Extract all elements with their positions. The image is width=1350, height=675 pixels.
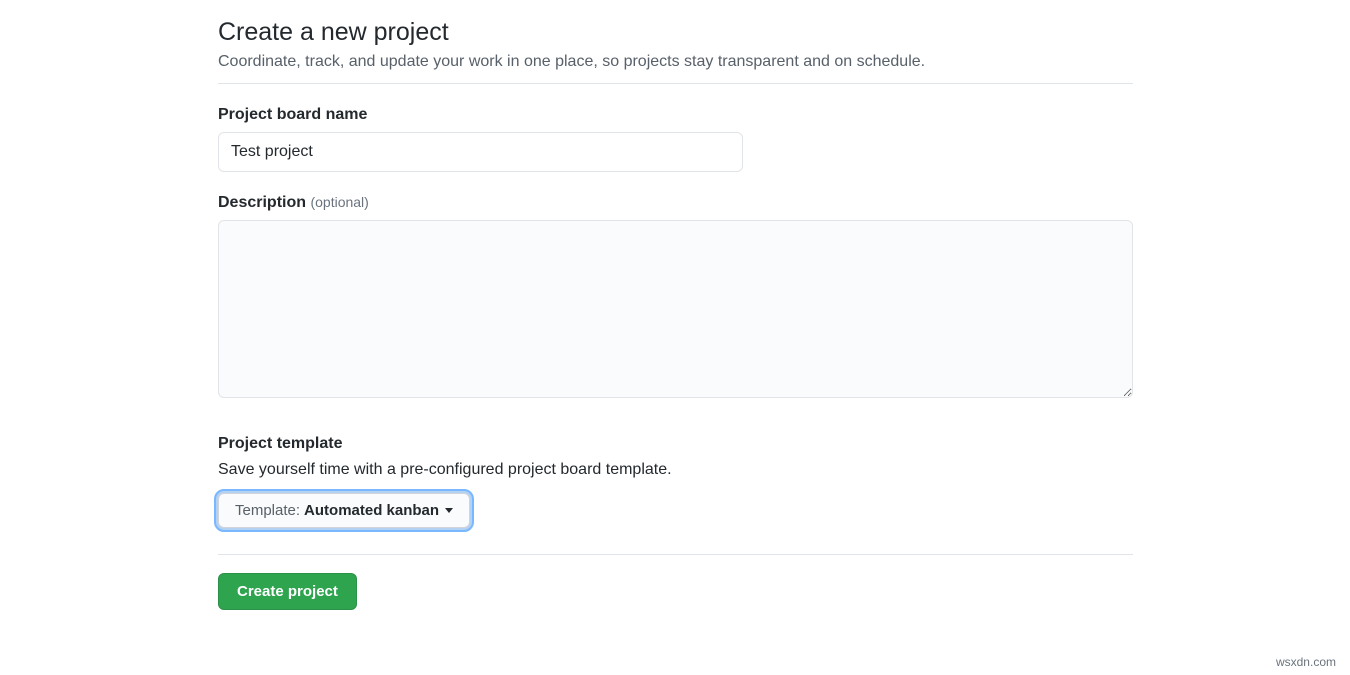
description-label-text: Description xyxy=(218,194,306,211)
template-dropdown[interactable]: Template: Automated kanban xyxy=(218,493,470,528)
project-name-label: Project board name xyxy=(218,106,1133,124)
template-selected-value: Automated kanban xyxy=(304,502,439,519)
create-project-form: Create a new project Coordinate, track, … xyxy=(218,0,1133,610)
watermark: wsxdn.com xyxy=(1276,655,1336,669)
template-prefix: Template: xyxy=(235,502,300,519)
template-description: Save yourself time with a pre-configured… xyxy=(218,461,1133,479)
divider xyxy=(218,554,1133,555)
project-name-input[interactable] xyxy=(218,132,743,172)
page-title: Create a new project xyxy=(218,18,1133,47)
create-project-button[interactable]: Create project xyxy=(218,573,357,610)
description-label: Description (optional) xyxy=(218,194,1133,212)
divider xyxy=(218,83,1133,84)
template-label: Project template xyxy=(218,435,1133,453)
caret-down-icon xyxy=(445,508,453,513)
description-textarea[interactable] xyxy=(218,220,1133,398)
page-subtitle: Coordinate, track, and update your work … xyxy=(218,53,1133,71)
description-optional-hint: (optional) xyxy=(310,194,368,210)
